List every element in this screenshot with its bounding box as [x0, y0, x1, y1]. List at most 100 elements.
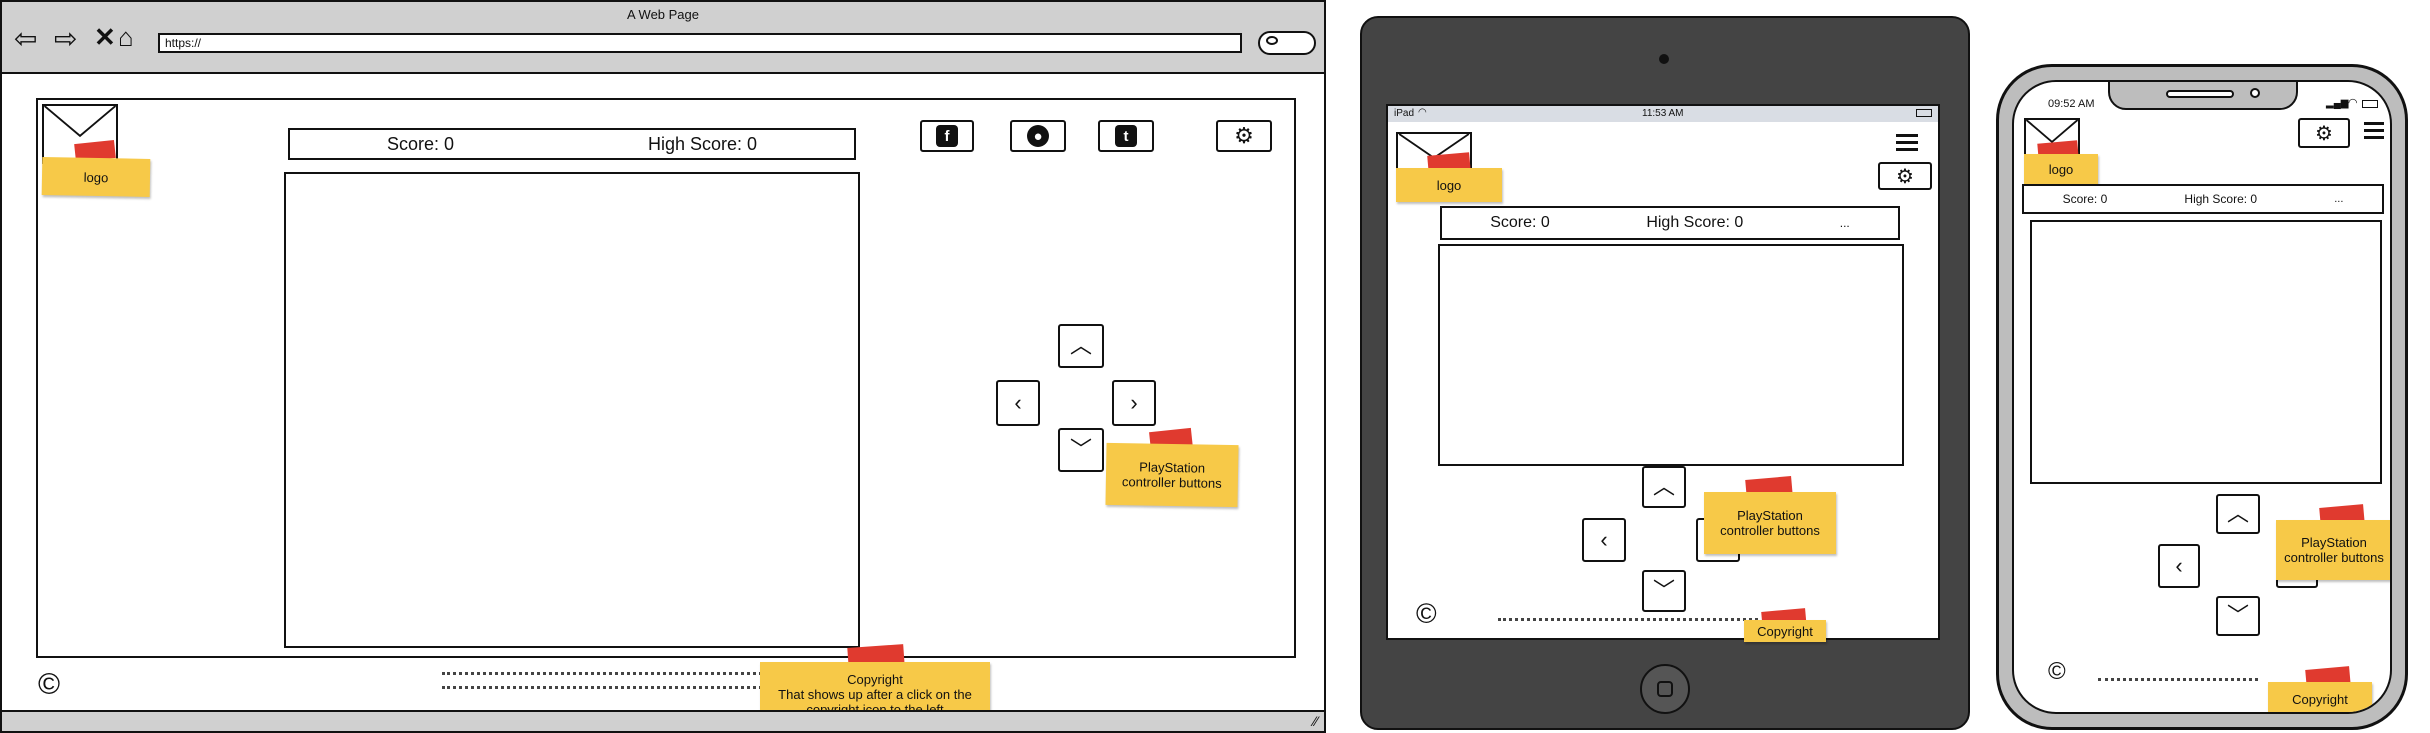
tablet-camera [1659, 54, 1669, 64]
gear-icon: ⚙ [1896, 165, 1914, 188]
browser-titlebar: A Web Page ⇦ ⇨ ✕ ⌂ https:// [2, 2, 1324, 74]
forward-arrow-icon[interactable]: ⇨ [54, 22, 77, 55]
tablet-settings-button[interactable]: ⚙ [1878, 162, 1932, 190]
resize-grip-icon[interactable]: ⁄⁄ [1313, 713, 1318, 729]
tablet-score-bar: Score: 0 High Score: 0 ... [1440, 206, 1900, 240]
arrow-down-icon: ﹀ [1652, 578, 1675, 603]
arrow-left-icon: ‹ [1014, 390, 1022, 415]
gear-icon: ⚙ [1234, 123, 1254, 148]
phone-logo-note-text: logo [2048, 161, 2074, 177]
tablet-score-text: Score: 0 [1490, 214, 1550, 231]
battery-icon [1916, 109, 1932, 117]
phone-logo-note: logo [2024, 154, 2098, 184]
address-bar[interactable]: https:// [158, 33, 1242, 53]
tablet-logo-note: logo [1396, 168, 1502, 202]
game-canvas[interactable] [284, 172, 860, 648]
desktop-browser-window: A Web Page ⇦ ⇨ ✕ ⌂ https:// logo Score: … [0, 0, 1326, 733]
tablet-dpad-up-button[interactable]: ︿ [1642, 466, 1686, 508]
search-icon [1266, 36, 1278, 45]
phone-copyright-icon[interactable]: © [2048, 658, 2066, 686]
dpad-down-button[interactable]: ﹀ [1058, 428, 1104, 472]
dpad-up-button[interactable]: ︿ [1058, 324, 1104, 368]
logo-note: logo [41, 157, 151, 197]
phone-dpad-up-button[interactable]: ︿ [2216, 494, 2260, 534]
phone-screen: 09:52 AM ▂▄▆ ◠ logo ⚙ Score: 0 High Scor… [2012, 80, 2392, 714]
search-field[interactable] [1258, 31, 1316, 55]
tablet-home-button[interactable] [1640, 664, 1690, 714]
phone-notch [2108, 82, 2298, 110]
signal-icon: ▂▄▆ [2326, 98, 2349, 109]
home-icon[interactable]: ⌂ [118, 22, 134, 53]
tablet-logo-note-text: logo [1436, 177, 1462, 193]
dpad-left-button[interactable]: ‹ [996, 380, 1040, 426]
copyright-icon[interactable]: © [38, 668, 60, 702]
arrow-up-icon: ︿ [1069, 333, 1092, 358]
footer-text-line-1 [442, 672, 762, 675]
arrow-left-icon: ‹ [2175, 553, 2183, 578]
controls-note: PlayStation controller buttons [1105, 442, 1239, 508]
tablet-screen: iPad ◠ 11:53 AM logo ⚙ Score: 0 High Sco… [1386, 104, 1940, 642]
phone-score-text: Score: 0 [2062, 192, 2108, 206]
phone-copyright-note: Copyright [2268, 682, 2372, 712]
wifi-icon: ◠ [2348, 97, 2358, 109]
arrow-up-icon: ︿ [2226, 501, 2249, 526]
high-score-text: High Score: 0 [647, 133, 758, 154]
controls-note-text: PlayStation controller buttons [1121, 459, 1222, 491]
arrow-right-icon: › [1130, 390, 1138, 415]
battery-icon [2362, 100, 2378, 108]
footer-text-line-2 [442, 686, 762, 689]
tablet-hamburger-menu-icon[interactable] [1896, 134, 1918, 151]
tablet-controls-note: PlayStation controller buttons [1704, 492, 1836, 554]
settings-button[interactable]: ⚙ [1216, 120, 1272, 152]
tablet-more-ellipsis[interactable]: ... [1840, 216, 1850, 230]
phone-game-canvas[interactable] [2030, 220, 2382, 484]
window-title: A Web Page [626, 7, 700, 22]
address-url: https:// [165, 36, 202, 50]
tablet-copyright-note: Copyright [1744, 620, 1826, 642]
twitter-button[interactable]: t [1098, 120, 1154, 152]
twitter-icon: t [1115, 125, 1137, 147]
phone-dpad-left-button[interactable]: ‹ [2158, 544, 2200, 588]
score-text: Score: 0 [386, 133, 455, 154]
tablet-controls-note-text: PlayStation controller buttons [1720, 508, 1820, 538]
phone-score-bar: Score: 0 High Score: 0 ... [2022, 184, 2384, 214]
score-bar: Score: 0 High Score: 0 [288, 128, 856, 160]
tablet-dpad-left-button[interactable]: ‹ [1582, 518, 1626, 562]
phone-front-camera [2250, 88, 2260, 98]
phone-controls-note: PlayStation controller buttons [2276, 520, 2390, 580]
logo-note-text: logo [83, 169, 109, 185]
phone-high-score-text: High Score: 0 [2184, 192, 2258, 206]
facebook-icon: f [936, 125, 958, 147]
phone-hamburger-menu-icon[interactable] [2364, 122, 2384, 139]
phone-dpad-down-button[interactable]: ﹀ [2216, 596, 2260, 636]
stop-x-icon[interactable]: ✕ [94, 22, 116, 53]
facebook-button[interactable]: f [920, 120, 974, 152]
arrow-up-icon: ︿ [1652, 474, 1675, 499]
phone-time: 09:52 AM [2048, 98, 2095, 110]
tablet-status-bar: iPad ◠ 11:53 AM [1388, 106, 1938, 122]
tablet-game-canvas[interactable] [1438, 244, 1904, 466]
back-arrow-icon[interactable]: ⇦ [14, 22, 37, 55]
phone-speaker [2166, 90, 2234, 98]
phone-copyright-note-text: Copyright [2292, 691, 2348, 707]
tablet-time: 11:53 AM [1642, 108, 1684, 119]
github-button[interactable]: ● [1010, 120, 1066, 152]
dpad-right-button[interactable]: › [1112, 380, 1156, 426]
tablet-device-label: iPad [1394, 108, 1415, 119]
arrow-down-icon: ﹀ [2226, 603, 2249, 628]
phone-footer-text-line [2098, 678, 2258, 681]
gear-icon: ⚙ [2315, 122, 2333, 145]
wifi-icon: ◠ [1418, 107, 1427, 118]
browser-statusbar: ⁄⁄ [2, 710, 1324, 731]
tablet-dpad-down-button[interactable]: ﹀ [1642, 570, 1686, 612]
tablet-copyright-icon[interactable]: © [1416, 598, 1437, 630]
phone-settings-button[interactable]: ⚙ [2298, 118, 2350, 148]
arrow-left-icon: ‹ [1600, 527, 1608, 552]
github-icon: ● [1027, 125, 1049, 147]
arrow-down-icon: ﹀ [1069, 437, 1092, 462]
tablet-high-score-text: High Score: 0 [1646, 214, 1744, 231]
home-square-icon [1657, 681, 1673, 697]
phone-more-ellipsis[interactable]: ... [2334, 193, 2343, 205]
tablet-copyright-note-text: Copyright [1757, 623, 1813, 639]
tablet-footer-text-line [1498, 618, 1758, 621]
